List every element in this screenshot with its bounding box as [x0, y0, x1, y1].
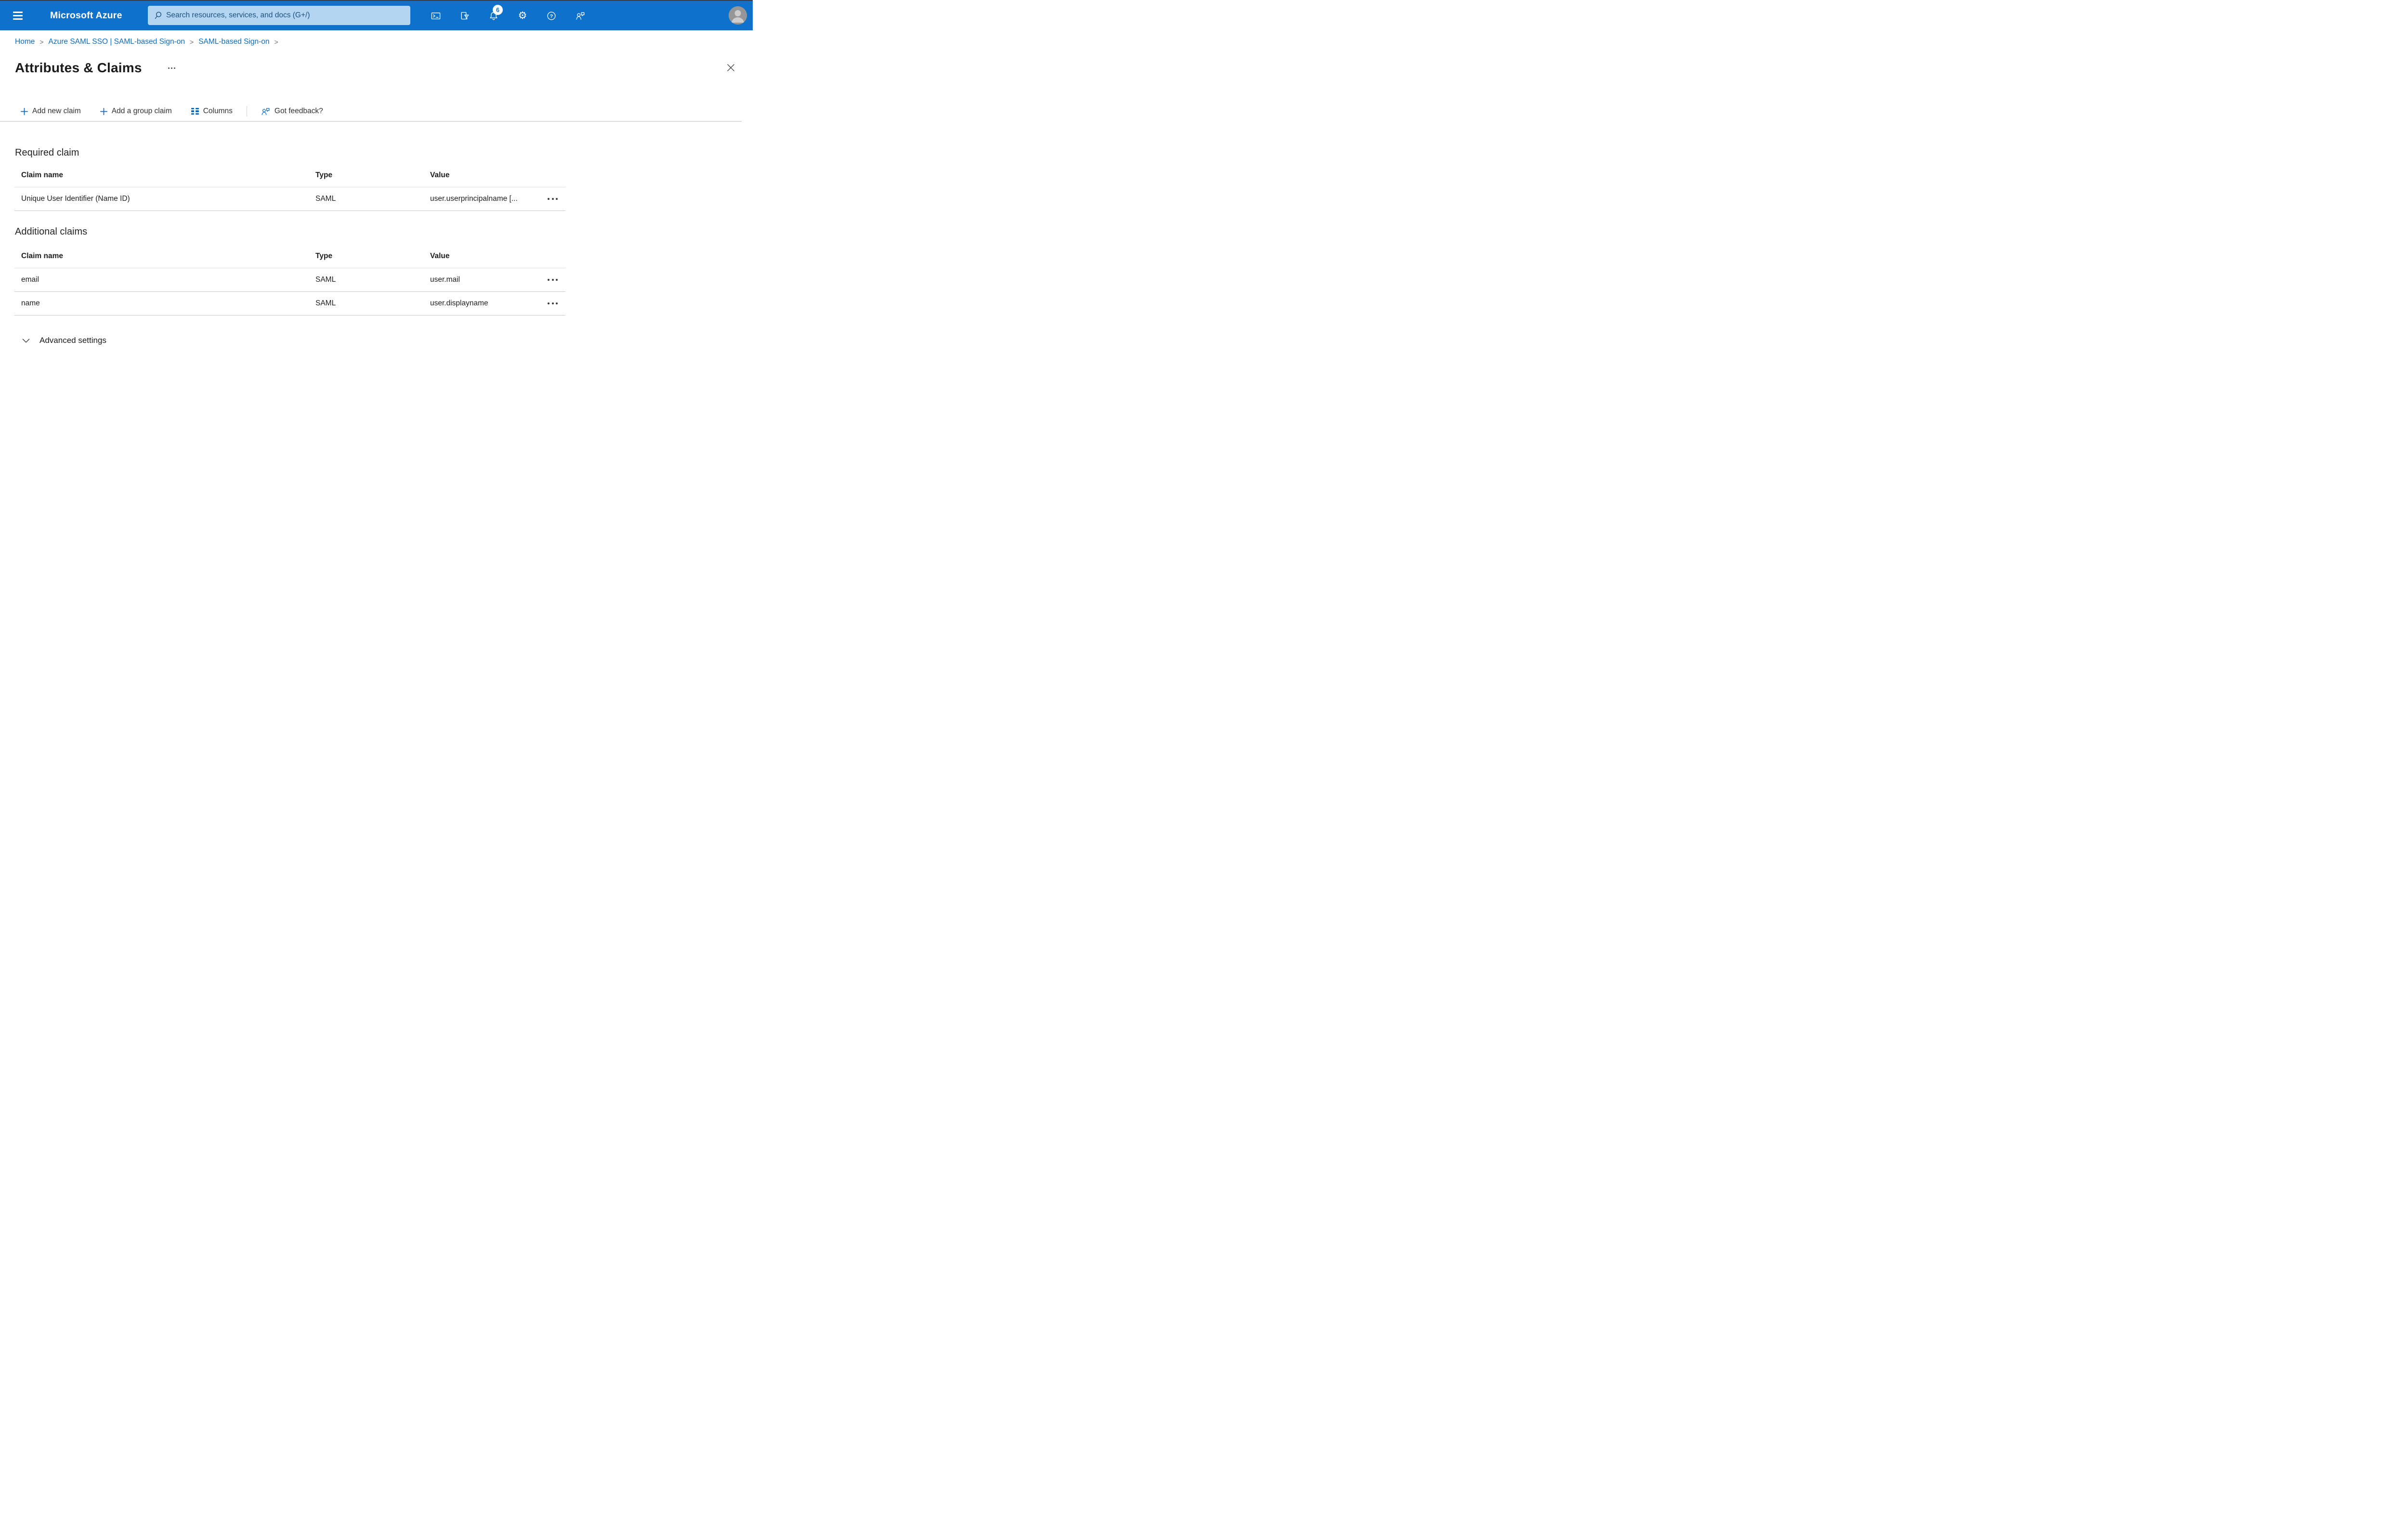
notifications-button[interactable]: 6	[479, 1, 508, 30]
column-header-claim-name: Claim name	[21, 171, 64, 179]
command-bar: Add new claim Add a group claim Columns …	[0, 102, 742, 122]
additional-claims-heading: Additional claims	[15, 226, 88, 237]
ellipsis-horizontal-icon	[168, 67, 170, 69]
svg-text:?: ?	[550, 13, 553, 19]
columns-icon	[191, 108, 199, 115]
breadcrumb-separator: >	[274, 38, 278, 46]
claim-value-cell: user.userprincipalname [...	[430, 195, 518, 203]
breadcrumb-home[interactable]: Home	[15, 38, 35, 46]
table-row[interactable]: email SAML user.mail	[14, 268, 565, 292]
avatar-person-icon	[729, 6, 747, 25]
close-button[interactable]	[724, 61, 737, 74]
claim-name-cell: Unique User Identifier (Name ID)	[21, 195, 130, 203]
plus-icon	[100, 107, 107, 115]
breadcrumb: Home > Azure SAML SSO | SAML-based Sign-…	[15, 36, 753, 48]
chevron-down-icon	[22, 338, 30, 342]
page-title: Attributes & Claims	[15, 60, 142, 75]
ellipsis-icon	[548, 302, 550, 304]
claim-type-cell: SAML	[315, 299, 336, 307]
advanced-settings-label: Advanced settings	[39, 336, 106, 345]
settings-button[interactable]: ⚙	[508, 1, 537, 30]
breadcrumb-app-sso[interactable]: Azure SAML SSO | SAML-based Sign-on	[49, 38, 185, 46]
cloud-shell-icon	[431, 12, 441, 19]
column-header-claim-name: Claim name	[21, 252, 64, 260]
ellipsis-icon	[548, 198, 550, 200]
hamburger-menu-icon[interactable]	[13, 1, 32, 30]
breadcrumb-separator: >	[39, 38, 44, 46]
feedback-button[interactable]	[566, 1, 595, 30]
table-header-row: Claim name Type Value	[14, 164, 565, 187]
claim-type-cell: SAML	[315, 276, 336, 284]
ellipsis-icon	[548, 279, 550, 281]
settings-gear-icon: ⚙	[518, 10, 527, 21]
columns-label: Columns	[203, 107, 233, 115]
got-feedback-label: Got feedback?	[274, 107, 323, 115]
add-new-claim-button[interactable]: Add new claim	[14, 103, 87, 120]
add-group-claim-label: Add a group claim	[111, 107, 172, 115]
claim-name-cell: name	[21, 299, 40, 307]
table-row[interactable]: Unique User Identifier (Name ID) SAML us…	[14, 187, 565, 211]
topbar-icon-group: 6 ⚙ ?	[421, 1, 595, 30]
column-header-value: Value	[430, 171, 450, 179]
add-group-claim-button[interactable]: Add a group claim	[94, 103, 178, 120]
directory-filter-button[interactable]	[450, 1, 479, 30]
notification-count-badge: 6	[493, 5, 503, 15]
titlebar: Attributes & Claims	[0, 58, 753, 78]
got-feedback-button[interactable]: Got feedback?	[255, 103, 329, 120]
feedback-person-icon	[262, 107, 270, 115]
title-context-menu-button[interactable]	[165, 65, 178, 72]
azure-portal-window: Microsoft Azure Search resources, servic…	[0, 0, 753, 381]
required-claim-table: Claim name Type Value Unique User Identi…	[14, 164, 565, 211]
add-new-claim-label: Add new claim	[32, 107, 81, 115]
avatar[interactable]	[729, 6, 747, 25]
global-search	[148, 6, 410, 25]
close-icon	[727, 64, 734, 71]
column-header-type: Type	[315, 252, 333, 260]
brand-title[interactable]: Microsoft Azure	[50, 1, 122, 30]
breadcrumb-saml-signon[interactable]: SAML-based Sign-on	[198, 38, 269, 46]
advanced-settings-toggle[interactable]: Advanced settings	[22, 336, 106, 345]
row-ellipsis-menu-button[interactable]	[546, 275, 560, 285]
feedback-person-icon	[576, 12, 585, 20]
table-row[interactable]: name SAML user.displayname	[14, 292, 565, 315]
search-input[interactable]	[148, 6, 410, 25]
help-button[interactable]: ?	[537, 1, 566, 30]
plus-icon	[21, 107, 28, 115]
help-icon: ?	[547, 11, 556, 20]
column-header-value: Value	[430, 252, 450, 260]
claim-name-cell: email	[21, 276, 39, 284]
claim-value-cell: user.mail	[430, 276, 460, 284]
column-header-type: Type	[315, 171, 333, 179]
claim-type-cell: SAML	[315, 195, 336, 203]
directory-filter-icon	[461, 12, 469, 19]
row-ellipsis-menu-button[interactable]	[546, 194, 560, 204]
breadcrumb-separator: >	[190, 38, 194, 46]
cloud-shell-button[interactable]	[421, 1, 450, 30]
additional-claims-table: Claim name Type Value email SAML user.ma…	[14, 245, 565, 315]
topbar: Microsoft Azure Search resources, servic…	[0, 1, 753, 30]
table-header-row: Claim name Type Value	[14, 245, 565, 268]
claim-value-cell: user.displayname	[430, 299, 488, 307]
columns-button[interactable]: Columns	[185, 103, 239, 120]
required-claim-heading: Required claim	[15, 147, 79, 158]
row-ellipsis-menu-button[interactable]	[546, 299, 560, 308]
